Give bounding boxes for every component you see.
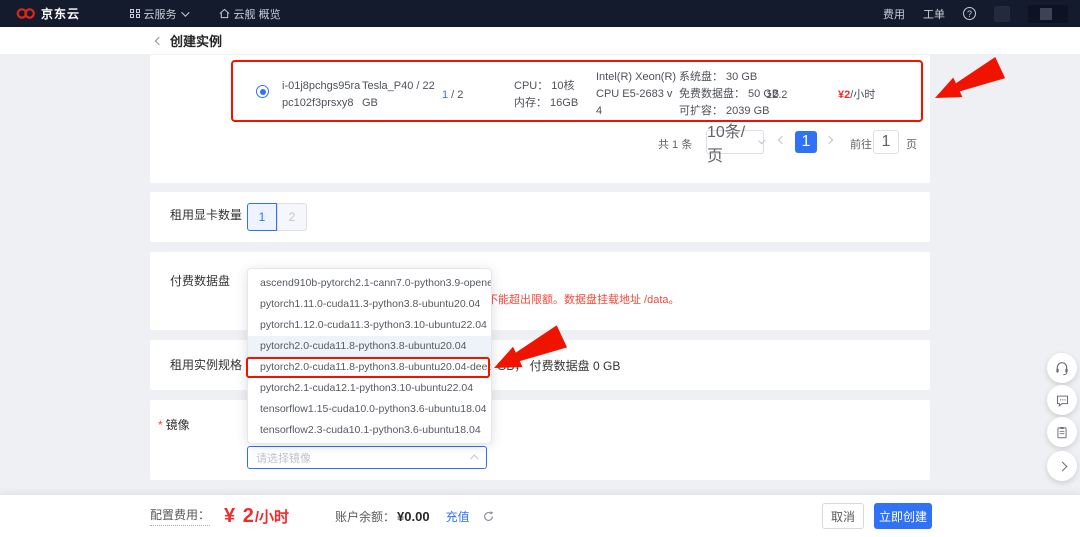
nav-cloud-services[interactable]: 云服务 — [130, 6, 187, 22]
spec-table-row[interactable]: i-01j8pchgs95rapc102f3prsxy8 Tesla_P40 /… — [232, 61, 922, 122]
cancel-button[interactable]: 取消 — [822, 503, 864, 529]
price: ¥2/小时 — [838, 87, 875, 104]
annotation-arrow-spec-row — [929, 54, 1007, 112]
feedback-button[interactable] — [1047, 385, 1077, 415]
jd-cloud-logo[interactable]: 京东云 — [16, 5, 80, 22]
dropdown-option[interactable]: tensorflow2.3-cuda10.1-python3.6-ubuntu1… — [248, 420, 491, 441]
config-fee-unit: /小时 — [255, 506, 289, 527]
refresh-icon — [482, 510, 495, 523]
help-icon[interactable]: ? — [963, 7, 976, 20]
user-name-redacted[interactable] — [1028, 5, 1068, 23]
collapse-panel-button[interactable] — [1047, 451, 1077, 481]
nav-cloud-services-label: 云服务 — [144, 6, 177, 22]
cpu-mem: CPU： 10核内存： 16GB — [514, 78, 578, 112]
image-select[interactable]: 请选择镜像 — [247, 446, 487, 469]
nav-billing[interactable]: 费用 — [883, 6, 905, 22]
image-dropdown: ascend910b-pytorch2.1-cann7.0-python3.9-… — [247, 268, 492, 444]
balance-value: ¥0.00 — [397, 509, 430, 524]
headset-icon — [1054, 360, 1070, 376]
gpu-count-option-2[interactable]: 2 — [277, 203, 307, 231]
pagination-page-1[interactable]: 1 — [795, 131, 817, 153]
gpu-model: Tesla_P40 / 22GB — [362, 78, 435, 112]
instance-spec-label: 租用实例规格 — [170, 356, 242, 373]
dropdown-option[interactable]: pytorch1.12.0-cuda11.3-python3.10-ubuntu… — [248, 315, 491, 336]
nav-yunjian-overview[interactable]: 云舰 概览 — [219, 6, 281, 22]
refresh-balance-button[interactable] — [482, 510, 495, 523]
image-label: *镜像 — [158, 416, 190, 433]
spec-table-card: i-01j8pchgs95rapc102f3prsxy8 Tesla_P40 /… — [150, 55, 930, 183]
page: 京东云 云服务 云舰 概览 费用 工单 ? 创建实例 — [0, 0, 1080, 537]
dropdown-option[interactable]: pytorch1.11.0-cuda11.3-python3.8-ubuntu2… — [248, 294, 491, 315]
create-now-button[interactable]: 立即创建 — [874, 503, 932, 529]
support-button[interactable] — [1047, 353, 1077, 383]
dropdown-option[interactable]: tensorflow1.15-cuda10.0-python3.6-ubuntu… — [248, 399, 491, 420]
home-icon — [219, 8, 230, 19]
gpu-count-option-1[interactable]: 1 — [247, 203, 277, 231]
paid-disk-label: 付费数据盘 — [170, 272, 230, 289]
footer-bar: 配置费用： ¥ 2 /小时 账户余额： ¥0.00 充值 取消 立即创建 — [0, 495, 1080, 537]
page-size-select[interactable]: 10条/页 — [706, 130, 764, 154]
clipboard-icon — [1055, 425, 1069, 440]
brand-infinity-icon — [16, 7, 36, 20]
pagination-prev[interactable] — [779, 134, 785, 146]
cpu-model-name: Intel(R) Xeon(R)CPU E5-2683 v4 — [596, 69, 676, 120]
pagination-total: 共 1 条 — [658, 136, 692, 152]
pagination-next[interactable] — [826, 134, 832, 146]
instance-id: i-01j8pchgs95rapc102f3prsxy8 — [282, 78, 360, 112]
dropdown-option[interactable]: ascend910b-pytorch2.1-cann7.0-python3.9-… — [248, 273, 491, 294]
chevron-down-icon — [758, 137, 766, 145]
docs-button[interactable] — [1047, 417, 1077, 447]
chevron-down-icon — [181, 8, 189, 16]
breadcrumb: 创建实例 — [0, 27, 1080, 55]
brand-name: 京东云 — [41, 5, 80, 22]
pagination-goto-label: 前往 — [850, 136, 872, 152]
back-button[interactable] — [156, 38, 162, 44]
required-mark: * — [158, 418, 163, 432]
config-fee-label: 配置费用： — [150, 506, 210, 526]
dropdown-option-deepseek[interactable]: pytorch2.0-cuda11.8-python3.8-ubuntu20.0… — [248, 357, 491, 378]
config-fee-amount: ¥ 2 — [224, 505, 255, 528]
grid-icon — [130, 9, 140, 19]
instance-spec-value: GB， 付费数据盘 0 GB — [497, 357, 620, 374]
pagination-goto-input[interactable]: 1 — [873, 130, 899, 154]
nav-yunjian-label: 云舰 概览 — [234, 6, 281, 22]
top-navbar: 京东云 云服务 云舰 概览 费用 工单 ? — [0, 0, 1080, 27]
dropdown-option[interactable]: pytorch2.1-cuda12.1-python3.10-ubuntu22.… — [248, 378, 491, 399]
user-avatar[interactable] — [994, 6, 1010, 22]
image-select-placeholder: 请选择镜像 — [256, 450, 472, 466]
balance-label: 账户余额： — [335, 508, 395, 525]
gpu-availability: 1 / 2 — [442, 87, 463, 104]
page-title: 创建实例 — [170, 31, 222, 50]
row-radio-selected[interactable] — [256, 85, 269, 98]
chevron-left-icon — [155, 36, 163, 44]
recharge-link[interactable]: 充值 — [446, 508, 470, 525]
gpu-count-label: 租用显卡数量 — [170, 206, 242, 223]
chevron-right-icon — [1057, 461, 1067, 471]
chat-icon — [1055, 393, 1070, 408]
dropdown-option[interactable]: pytorch2.0-cuda11.8-python3.8-ubuntu20.0… — [248, 336, 491, 357]
driver-version: 12.2 — [766, 87, 787, 104]
disk-info: 系统盘： 30 GB免费数据盘： 50 GB可扩容： 2039 GB — [679, 69, 779, 120]
paid-disk-hint: 不能超出限额。数据盘挂载地址 /data。 — [487, 291, 680, 307]
pagination-goto-unit: 页 — [906, 136, 917, 152]
nav-tickets[interactable]: 工单 — [923, 6, 945, 22]
